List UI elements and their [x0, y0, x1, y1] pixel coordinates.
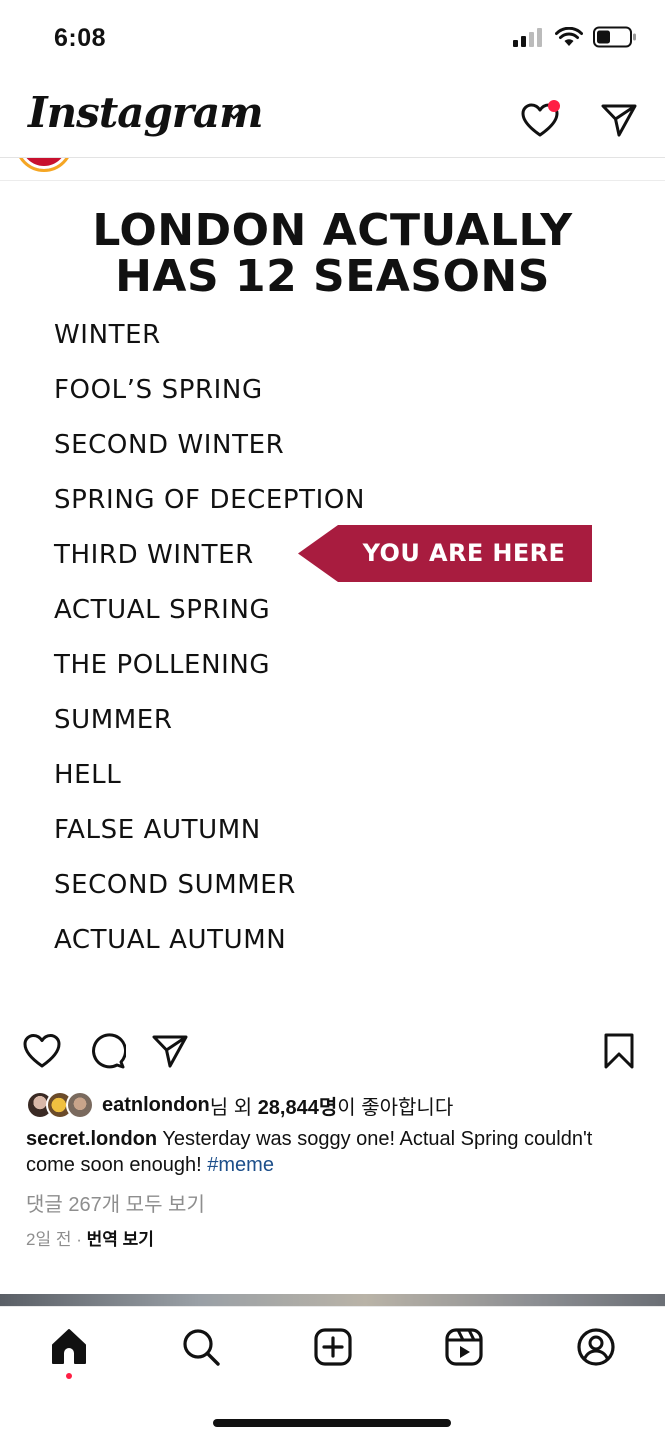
likes-row[interactable]: eatnlondon 님 외 28,844명 이 좋아합니다 [26, 1090, 453, 1120]
caption-username[interactable]: secret.london [26, 1128, 157, 1150]
battery-icon [593, 26, 636, 48]
image-title-line1: LONDON ACTUALLY [92, 205, 573, 256]
notification-dot [548, 100, 560, 112]
you-are-here-marker: YOU ARE HERE [298, 525, 592, 582]
likes-suffix: 이 좋아합니다 [337, 1096, 454, 1119]
post-meta: 2일 전 · 번역 보기 [26, 1225, 154, 1250]
direct-message-icon[interactable] [600, 102, 638, 138]
like-heart-icon[interactable] [22, 1032, 62, 1070]
season-item: THE POLLENING [54, 650, 271, 680]
post-time: 2일 전 [26, 1230, 72, 1249]
season-item: HELL [54, 760, 122, 790]
season-list: WINTER FOOL’S SPRING SECOND WINTER SPRING O… [54, 315, 365, 975]
home-icon[interactable] [49, 1327, 89, 1367]
season-item: FALSE AUTUMN [54, 815, 261, 845]
bottom-tab-bar [0, 1306, 665, 1440]
season-item: SECOND WINTER [54, 430, 285, 460]
cellular-signal-icon [513, 28, 542, 47]
chevron-down-icon[interactable] [224, 108, 244, 122]
bookmark-icon[interactable] [603, 1032, 635, 1070]
new-post-icon[interactable] [313, 1327, 353, 1367]
avatar [66, 1091, 94, 1119]
wifi-icon [555, 27, 583, 46]
caption-hashtag[interactable]: #meme [207, 1154, 274, 1176]
next-post-preview [0, 1294, 665, 1306]
season-item: SECOND SUMMER [54, 870, 296, 900]
likes-count[interactable]: 28,844명 [258, 1091, 338, 1120]
avatar[interactable] [15, 158, 73, 172]
season-item: FOOL’S SPRING [54, 375, 263, 405]
likes-text: 님 외 [209, 1096, 258, 1119]
comment-icon[interactable] [88, 1032, 126, 1070]
home-indicator[interactable] [213, 1419, 451, 1427]
liker-username[interactable]: eatnlondon [102, 1094, 210, 1117]
season-item: SUMMER [54, 705, 173, 735]
author-name-fragment [86, 158, 116, 166]
liker-avatars [26, 1091, 98, 1119]
post-caption: secret.london Yesterday was soggy one! A… [26, 1126, 636, 1178]
reels-icon[interactable] [444, 1327, 484, 1367]
share-icon[interactable] [151, 1032, 189, 1070]
post-image[interactable]: LONDON ACTUALLY HAS 12 SEASONS WINTER FOO… [0, 181, 665, 1011]
post-actions [0, 1028, 665, 1076]
season-item: ACTUAL AUTUMN [54, 925, 287, 955]
meta-separator: · [71, 1230, 87, 1249]
status-bar: 6:08 [0, 0, 665, 80]
marker-label: YOU ARE HERE [362, 539, 566, 567]
see-translation-link[interactable]: 번역 보기 [87, 1230, 154, 1249]
status-time: 6:08 [54, 24, 107, 52]
post-author-row [0, 158, 665, 181]
view-all-comments-link[interactable]: 댓글 267개 모두 보기 [26, 1188, 205, 1217]
image-title-line2: HAS 12 SEASONS [115, 251, 550, 302]
season-item: ACTUAL SPRING [54, 595, 271, 625]
search-icon[interactable] [181, 1327, 221, 1367]
status-icons [513, 26, 637, 48]
home-notification-dot [66, 1373, 72, 1379]
profile-icon[interactable] [576, 1327, 616, 1367]
app-header: Instagram [0, 82, 665, 158]
season-item: WINTER [54, 320, 161, 350]
